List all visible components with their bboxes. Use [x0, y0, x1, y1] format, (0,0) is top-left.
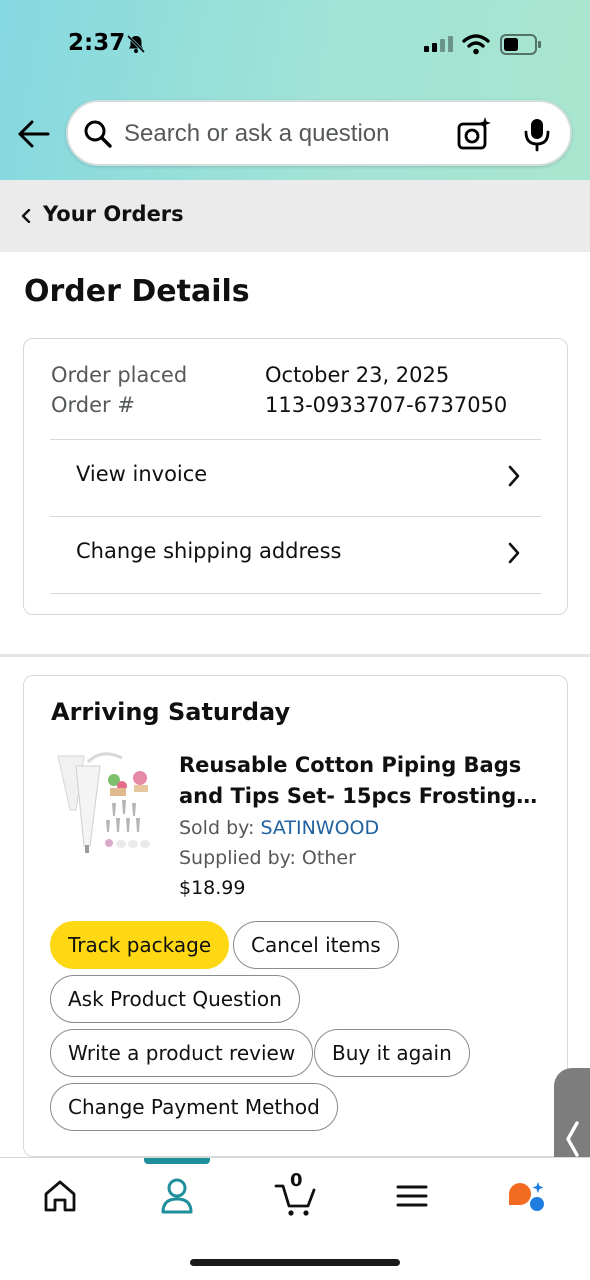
- bell-muted-icon: [126, 34, 146, 54]
- cart-count: 0: [290, 1170, 303, 1191]
- chevron-right-icon: [508, 465, 520, 487]
- home-icon[interactable]: [38, 1174, 82, 1218]
- arrival-status: Arriving Saturday: [51, 698, 291, 726]
- buy-it-again-button[interactable]: Buy it again: [314, 1029, 470, 1077]
- search-icon: [84, 120, 112, 148]
- product-image[interactable]: [54, 748, 154, 858]
- ask-product-question-button[interactable]: Ask Product Question: [50, 975, 300, 1023]
- menu-icon[interactable]: [390, 1174, 434, 1218]
- order-placed-label: Order placed: [51, 363, 188, 387]
- order-placed-value: October 23, 2025: [265, 363, 450, 387]
- order-number-label: Order #: [51, 393, 135, 417]
- chevron-right-icon: [508, 542, 520, 564]
- change-payment-method-button[interactable]: Change Payment Method: [50, 1083, 338, 1131]
- change-shipping-address-row[interactable]: Change shipping address: [50, 516, 541, 592]
- divider: [50, 593, 541, 594]
- order-number-value: 113-0933707-6737050: [265, 393, 508, 417]
- view-invoice-label: View invoice: [76, 462, 208, 486]
- battery-icon: [500, 34, 541, 55]
- page-title: Order Details: [24, 274, 250, 309]
- product-title[interactable]: Reusable Cotton Piping Bags and Tips Set…: [179, 750, 551, 812]
- home-indicator: [190, 1259, 400, 1266]
- seller-link[interactable]: SATINWOOD: [260, 817, 379, 839]
- chevron-left-icon: [566, 1121, 579, 1157]
- cellular-signal-icon: [424, 36, 453, 52]
- write-review-button[interactable]: Write a product review: [50, 1029, 314, 1077]
- product-price: $18.99: [179, 877, 246, 899]
- supplied-by: Supplied by: Other: [179, 847, 356, 869]
- cancel-items-button[interactable]: Cancel items: [233, 921, 399, 969]
- app-header: 2:37 Search or ask a question: [0, 0, 590, 180]
- chevron-left-icon: [21, 209, 31, 223]
- camera-search-icon[interactable]: [456, 116, 492, 152]
- rufus-assistant-icon[interactable]: [504, 1174, 548, 1218]
- account-icon[interactable]: [155, 1174, 199, 1218]
- change-shipping-address-label: Change shipping address: [76, 539, 342, 563]
- section-separator: [0, 654, 590, 657]
- microphone-icon[interactable]: [520, 116, 554, 152]
- breadcrumb[interactable]: Your Orders: [0, 180, 590, 252]
- status-time: 2:37: [68, 30, 126, 56]
- wifi-icon: [462, 34, 490, 55]
- cart-button[interactable]: 0: [274, 1170, 318, 1218]
- active-tab-indicator: [144, 1158, 210, 1164]
- shipment-card: Arriving Saturday Reusable Cotton Piping…: [23, 675, 568, 1157]
- back-arrow-icon[interactable]: [16, 116, 52, 152]
- sold-by-label: Sold by:: [179, 817, 261, 839]
- search-input[interactable]: Search or ask a question: [124, 120, 390, 148]
- order-summary-card: Order placed October 23, 2025 Order # 11…: [23, 338, 568, 615]
- view-invoice-row[interactable]: View invoice: [50, 439, 541, 515]
- sold-by: Sold by: SATINWOOD: [179, 817, 379, 839]
- track-package-button[interactable]: Track package: [50, 921, 230, 969]
- breadcrumb-your-orders[interactable]: Your Orders: [43, 202, 184, 226]
- search-bar[interactable]: Search or ask a question: [66, 100, 572, 166]
